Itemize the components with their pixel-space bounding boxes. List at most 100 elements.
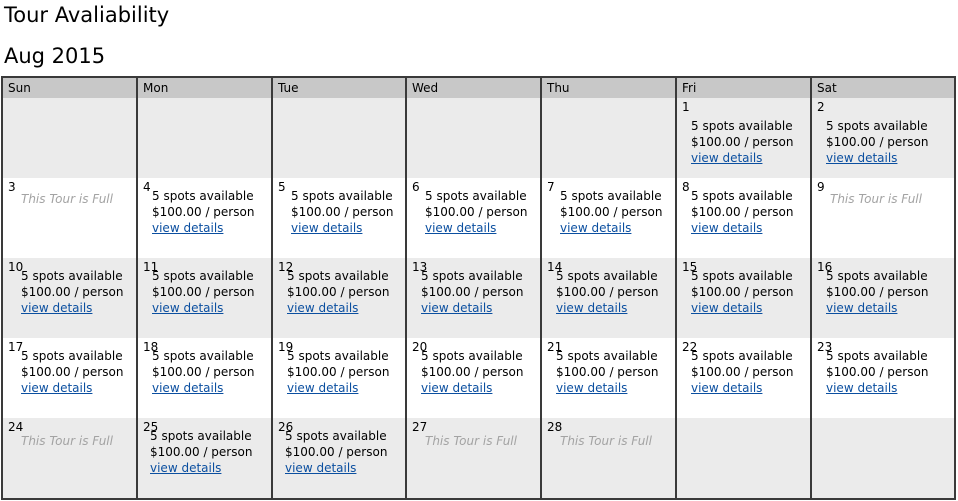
availability-info: 5 spots available $100.00 / person view de… [691, 268, 793, 316]
spots-available-text: 5 spots available [21, 269, 123, 283]
day-number: 9 [817, 180, 825, 194]
availability-info: 5 spots available $100.00 / person view de… [21, 268, 123, 316]
price-text: $100.00 / person [691, 365, 794, 379]
view-details-link[interactable]: view details [150, 460, 252, 476]
price-text: $100.00 / person [21, 365, 124, 379]
view-details-link[interactable]: view details [826, 380, 928, 396]
availability-info: 5 spots available $100.00 / person view de… [152, 268, 254, 316]
availability-info: 5 spots available $100.00 / person view de… [425, 188, 527, 236]
tour-full-label: This Tour is Full [425, 434, 517, 448]
availability-info: 5 spots available $100.00 / person view de… [826, 268, 928, 316]
availability-info: 5 spots available $100.00 / person view de… [691, 188, 793, 236]
view-details-link[interactable]: view details [826, 150, 928, 166]
day-number: 4 [143, 180, 151, 194]
spots-available-text: 5 spots available [556, 269, 658, 283]
spots-available-text: 5 spots available [152, 349, 254, 363]
availability-info: 5 spots available $100.00 / person view de… [826, 348, 928, 396]
tour-full-label: This Tour is Full [560, 434, 652, 448]
view-details-link[interactable]: view details [21, 300, 123, 316]
column-divider [810, 78, 812, 498]
price-text: $100.00 / person [826, 135, 929, 149]
view-details-link[interactable]: view details [287, 300, 389, 316]
price-text: $100.00 / person [285, 445, 388, 459]
spots-available-text: 5 spots available [287, 349, 389, 363]
price-text: $100.00 / person [291, 205, 394, 219]
view-details-link[interactable]: view details [425, 220, 527, 236]
spots-available-text: 5 spots available [691, 189, 793, 203]
weekday-header-thu: Thu [542, 78, 677, 98]
price-text: $100.00 / person [560, 205, 663, 219]
day-number: 1 [682, 100, 690, 114]
price-text: $100.00 / person [152, 365, 255, 379]
spots-available-text: 5 spots available [21, 349, 123, 363]
availability-info: 5 spots available $100.00 / person view de… [560, 188, 662, 236]
view-details-link[interactable]: view details [691, 220, 793, 236]
availability-info: 5 spots available $100.00 / person view de… [152, 348, 254, 396]
weekday-header-wed: Wed [407, 78, 542, 98]
column-divider [271, 78, 273, 498]
availability-info: 5 spots available $100.00 / person view de… [691, 348, 793, 396]
day-number: 27 [412, 420, 428, 434]
day-number: 24 [8, 420, 24, 434]
view-details-link[interactable]: view details [556, 380, 658, 396]
price-text: $100.00 / person [556, 365, 659, 379]
availability-info: 5 spots available $100.00 / person view de… [556, 268, 658, 316]
price-text: $100.00 / person [421, 285, 524, 299]
spots-available-text: 5 spots available [691, 349, 793, 363]
price-text: $100.00 / person [826, 365, 929, 379]
spots-available-text: 5 spots available [691, 269, 793, 283]
price-text: $100.00 / person [691, 205, 794, 219]
view-details-link[interactable]: view details [691, 380, 793, 396]
view-details-link[interactable]: view details [291, 220, 393, 236]
view-details-link[interactable]: view details [826, 300, 928, 316]
view-details-link[interactable]: view details [556, 300, 658, 316]
view-details-link[interactable]: view details [21, 380, 123, 396]
tour-full-label: This Tour is Full [21, 434, 113, 448]
view-details-link[interactable]: view details [691, 150, 793, 166]
column-divider [136, 78, 138, 498]
view-details-link[interactable]: view details [560, 220, 662, 236]
availability-info: 5 spots available $100.00 / person view de… [285, 428, 387, 476]
spots-available-text: 5 spots available [425, 189, 527, 203]
spots-available-text: 5 spots available [421, 349, 523, 363]
price-text: $100.00 / person [556, 285, 659, 299]
price-text: $100.00 / person [150, 445, 253, 459]
availability-info: 5 spots available $100.00 / person view de… [150, 428, 252, 476]
availability-info: 5 spots available $100.00 / person view de… [691, 118, 793, 166]
day-number: 6 [412, 180, 420, 194]
day-number: 2 [817, 100, 825, 114]
view-details-link[interactable]: view details [285, 460, 387, 476]
day-number: 8 [682, 180, 690, 194]
view-details-link[interactable]: view details [152, 300, 254, 316]
month-title: Aug 2015 [4, 44, 106, 68]
price-text: $100.00 / person [287, 285, 390, 299]
price-text: $100.00 / person [287, 365, 390, 379]
view-details-link[interactable]: view details [152, 220, 254, 236]
day-number: 3 [8, 180, 16, 194]
availability-info: 5 spots available $100.00 / person view de… [826, 118, 928, 166]
spots-available-text: 5 spots available [285, 429, 387, 443]
spots-available-text: 5 spots available [152, 269, 254, 283]
page-title: Tour Avaliability [4, 3, 170, 27]
price-text: $100.00 / person [21, 285, 124, 299]
weekday-header-mon: Mon [138, 78, 273, 98]
availability-info: 5 spots available $100.00 / person view de… [291, 188, 393, 236]
tour-full-label: This Tour is Full [830, 192, 922, 206]
view-details-link[interactable]: view details [421, 300, 523, 316]
column-divider [675, 78, 677, 498]
spots-available-text: 5 spots available [287, 269, 389, 283]
spots-available-text: 5 spots available [691, 119, 793, 133]
view-details-link[interactable]: view details [152, 380, 254, 396]
weekday-header-sun: Sun [3, 78, 138, 98]
spots-available-text: 5 spots available [826, 119, 928, 133]
day-number: 28 [547, 420, 563, 434]
spots-available-text: 5 spots available [291, 189, 393, 203]
column-divider [540, 78, 542, 498]
calendar-grid: Sun Mon Tue Wed Thu Fri Sat 1 5 spots available $… [1, 76, 956, 500]
day-number: 7 [547, 180, 555, 194]
view-details-link[interactable]: view details [421, 380, 523, 396]
view-details-link[interactable]: view details [691, 300, 793, 316]
view-details-link[interactable]: view details [287, 380, 389, 396]
weekday-header-sat: Sat [812, 78, 954, 98]
weekday-header-fri: Fri [677, 78, 812, 98]
